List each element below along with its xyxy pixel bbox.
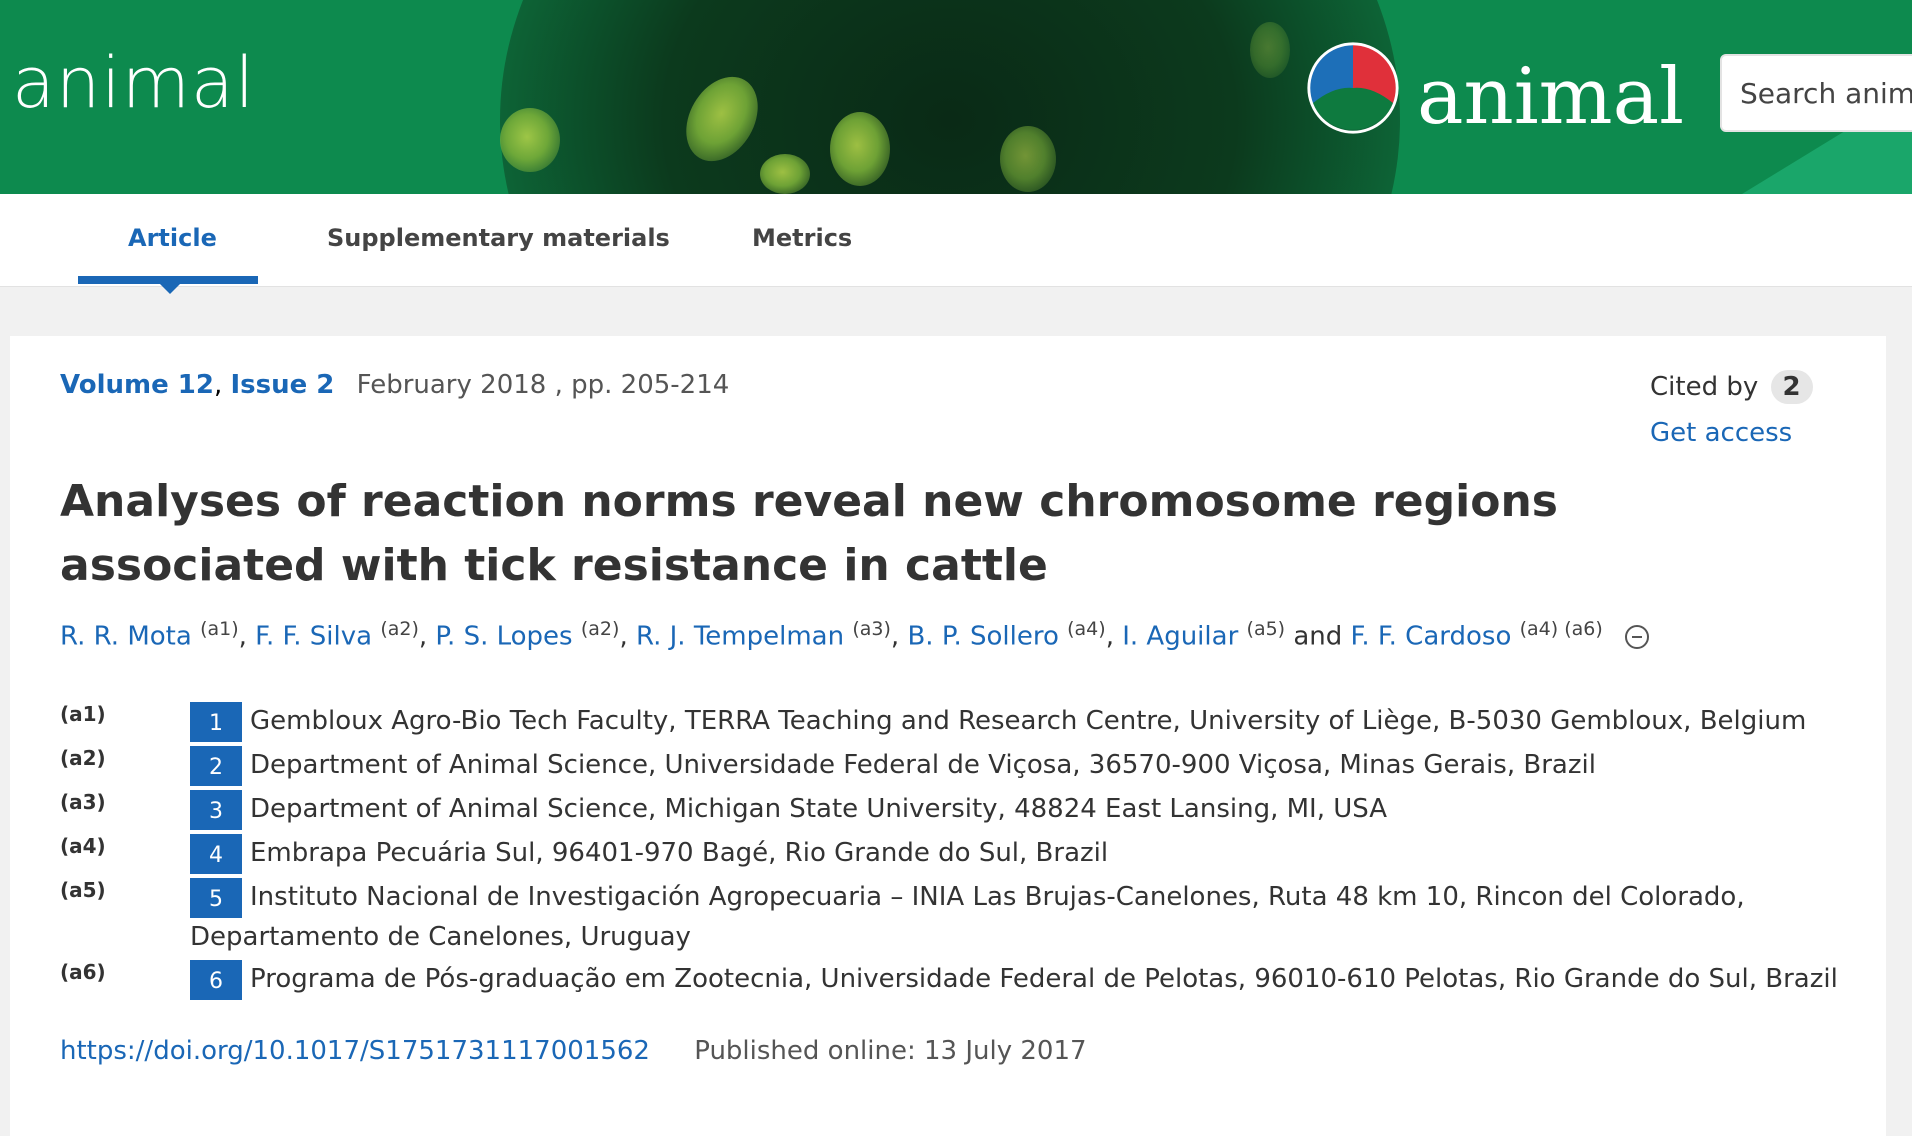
author-affiliation-ref: (a5)	[1246, 618, 1286, 640]
affiliation-item: (a6) 6 Programa de Pós-graduação em Zoote…	[60, 960, 1840, 1000]
article-title: Analyses of reaction norms reveal new ch…	[60, 476, 1558, 591]
author-link[interactable]: F. F. Cardoso	[1351, 622, 1512, 652]
collapse-affiliations-icon[interactable]	[1625, 625, 1650, 650]
author-link[interactable]: R. J. Tempelman	[636, 622, 844, 652]
affiliation-item: (a2) 2 Department of Animal Science, Univ…	[60, 746, 1840, 786]
affiliation-code: (a6)	[60, 960, 106, 984]
affiliation-code: (a2)	[60, 746, 106, 770]
affiliation-number: 6	[190, 960, 242, 1000]
author-affiliation-ref: (a1)	[200, 618, 239, 640]
doi-link[interactable]: https://doi.org/10.1017/S175173111700156…	[60, 1036, 650, 1066]
banner-cell	[1000, 126, 1056, 192]
author-affiliation-ref: (a3)	[852, 618, 891, 640]
journal-logo-word: animal	[1417, 52, 1685, 142]
author-affiliation-ref: (a4) (a6)	[1519, 618, 1603, 640]
author-affiliation-ref: (a2)	[380, 618, 419, 640]
cited-by-label: Cited by	[1650, 372, 1759, 402]
issue-info: Volume 12, Issue 2 February 2018 , pp. 2…	[60, 370, 729, 400]
search-box[interactable]	[1720, 54, 1912, 132]
author-affiliation-ref: (a2)	[580, 618, 620, 640]
affiliation-text: Department of Animal Science, Michigan S…	[250, 794, 1388, 824]
comma-separator: ,	[213, 370, 231, 400]
banner-cell	[760, 154, 810, 194]
author-list: R. R. Mota (a1), F. F. Silva (a2), P. S.…	[60, 618, 1650, 652]
affiliation-code: (a3)	[60, 790, 106, 814]
article-tabs: Article Supplementary materials Metrics	[0, 194, 1912, 287]
affiliation-number: 3	[190, 790, 242, 830]
affiliation-text: Department of Animal Science, Universida…	[250, 750, 1596, 780]
affiliation-list: (a1) 1 Gembloux Agro-Bio Tech Faculty, TE…	[60, 702, 1840, 1004]
active-tab-indicator	[78, 276, 258, 284]
header-banner: animal animal	[0, 0, 1912, 194]
affiliation-code: (a1)	[60, 702, 106, 726]
volume-link[interactable]: Volume 12	[60, 370, 214, 400]
affiliation-text: Programa de Pós-graduação em Zootecnia, …	[250, 964, 1838, 994]
date-pages: February 2018 , pp. 205-214	[356, 370, 730, 400]
cited-by[interactable]: Cited by 2	[1650, 370, 1813, 404]
affiliation-text: Instituto Nacional de Investigación Agro…	[250, 882, 1745, 912]
article-header-card: Volume 12, Issue 2 February 2018 , pp. 2…	[10, 336, 1886, 1136]
affiliation-text: Gembloux Agro-Bio Tech Faculty, TERRA Te…	[250, 706, 1807, 736]
affiliation-code: (a5)	[60, 878, 106, 902]
affiliation-number: 4	[190, 834, 242, 874]
affiliation-code: (a4)	[60, 834, 106, 858]
author-link[interactable]: R. R. Mota	[60, 622, 192, 652]
author-link[interactable]: P. S. Lopes	[435, 622, 572, 652]
banner-cell	[500, 108, 560, 172]
author-link[interactable]: B. P. Sollero	[907, 622, 1058, 652]
published-date: Published online: 13 July 2017	[694, 1036, 1087, 1066]
tab-supplementary-materials[interactable]: Supplementary materials	[327, 224, 670, 252]
issue-link[interactable]: Issue 2	[230, 370, 334, 400]
banner-cell	[830, 112, 890, 186]
affiliation-text: Embrapa Pecuária Sul, 96401-970 Bagé, Ri…	[250, 838, 1109, 868]
tab-metrics[interactable]: Metrics	[752, 224, 852, 252]
affiliation-number: 2	[190, 746, 242, 786]
affiliation-number: 5	[190, 878, 242, 918]
author-link[interactable]: F. F. Silva	[255, 622, 372, 652]
search-input[interactable]	[1722, 56, 1912, 130]
doi-line: https://doi.org/10.1017/S175173111700156…	[60, 1036, 1087, 1066]
affiliation-item: (a4) 4 Embrapa Pecuária Sul, 96401-970 Ba…	[60, 834, 1840, 874]
active-tab-caret	[160, 284, 180, 294]
affiliation-item: (a5) 5 Instituto Nacional de Investigació…	[60, 878, 1840, 956]
journal-logo-icon	[1307, 42, 1399, 134]
and-word: and	[1293, 621, 1343, 652]
affiliation-item: (a1) 1 Gembloux Agro-Bio Tech Faculty, TE…	[60, 702, 1840, 742]
site-name[interactable]: animal	[12, 42, 255, 124]
banner-cell	[1250, 22, 1290, 78]
author-affiliation-ref: (a4)	[1067, 618, 1106, 640]
affiliation-number: 1	[190, 702, 242, 742]
cited-by-count: 2	[1770, 370, 1813, 404]
tab-article[interactable]: Article	[128, 224, 217, 252]
get-access-link[interactable]: Get access	[1650, 418, 1792, 448]
author-link[interactable]: I. Aguilar	[1122, 622, 1238, 652]
affiliation-item: (a3) 3 Department of Animal Science, Mich…	[60, 790, 1840, 830]
affiliation-text-continued: Departamento de Canelones, Uruguay	[190, 922, 691, 952]
